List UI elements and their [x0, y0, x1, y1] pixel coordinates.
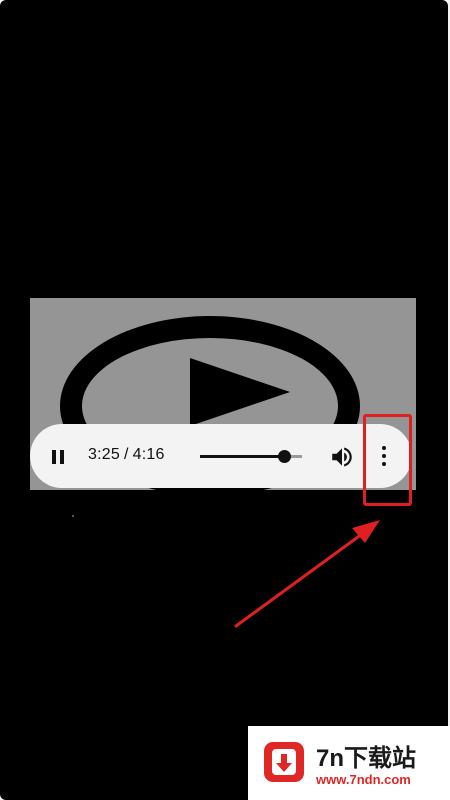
- poster-play-icon: [190, 358, 290, 426]
- time-display: 3:25/4:16: [88, 446, 165, 464]
- pause-icon-bar: [60, 450, 64, 464]
- annotation-highlight-box: [363, 414, 412, 506]
- download-logo-icon: [264, 742, 304, 782]
- media-controls-bar: 3:25/4:16: [30, 424, 412, 488]
- pause-icon: [52, 450, 56, 464]
- watermark-url: www.7ndn.com: [316, 772, 411, 787]
- phone-screen: 3:25/4:16: [0, 0, 448, 800]
- seek-thumb[interactable]: [278, 450, 291, 463]
- current-time: 3:25: [88, 446, 120, 463]
- volume-button[interactable]: [329, 444, 355, 470]
- pause-button[interactable]: [46, 442, 74, 470]
- watermark: 7n下载站 www.7ndn.com: [248, 726, 450, 800]
- seek-slider[interactable]: [200, 448, 302, 464]
- duration: 4:16: [132, 446, 165, 463]
- decorative-dot: [72, 515, 74, 517]
- volume-icon: [332, 447, 352, 467]
- seek-progress: [200, 455, 284, 458]
- time-separator: /: [123, 446, 129, 463]
- watermark-title: 7n下载站: [316, 745, 417, 772]
